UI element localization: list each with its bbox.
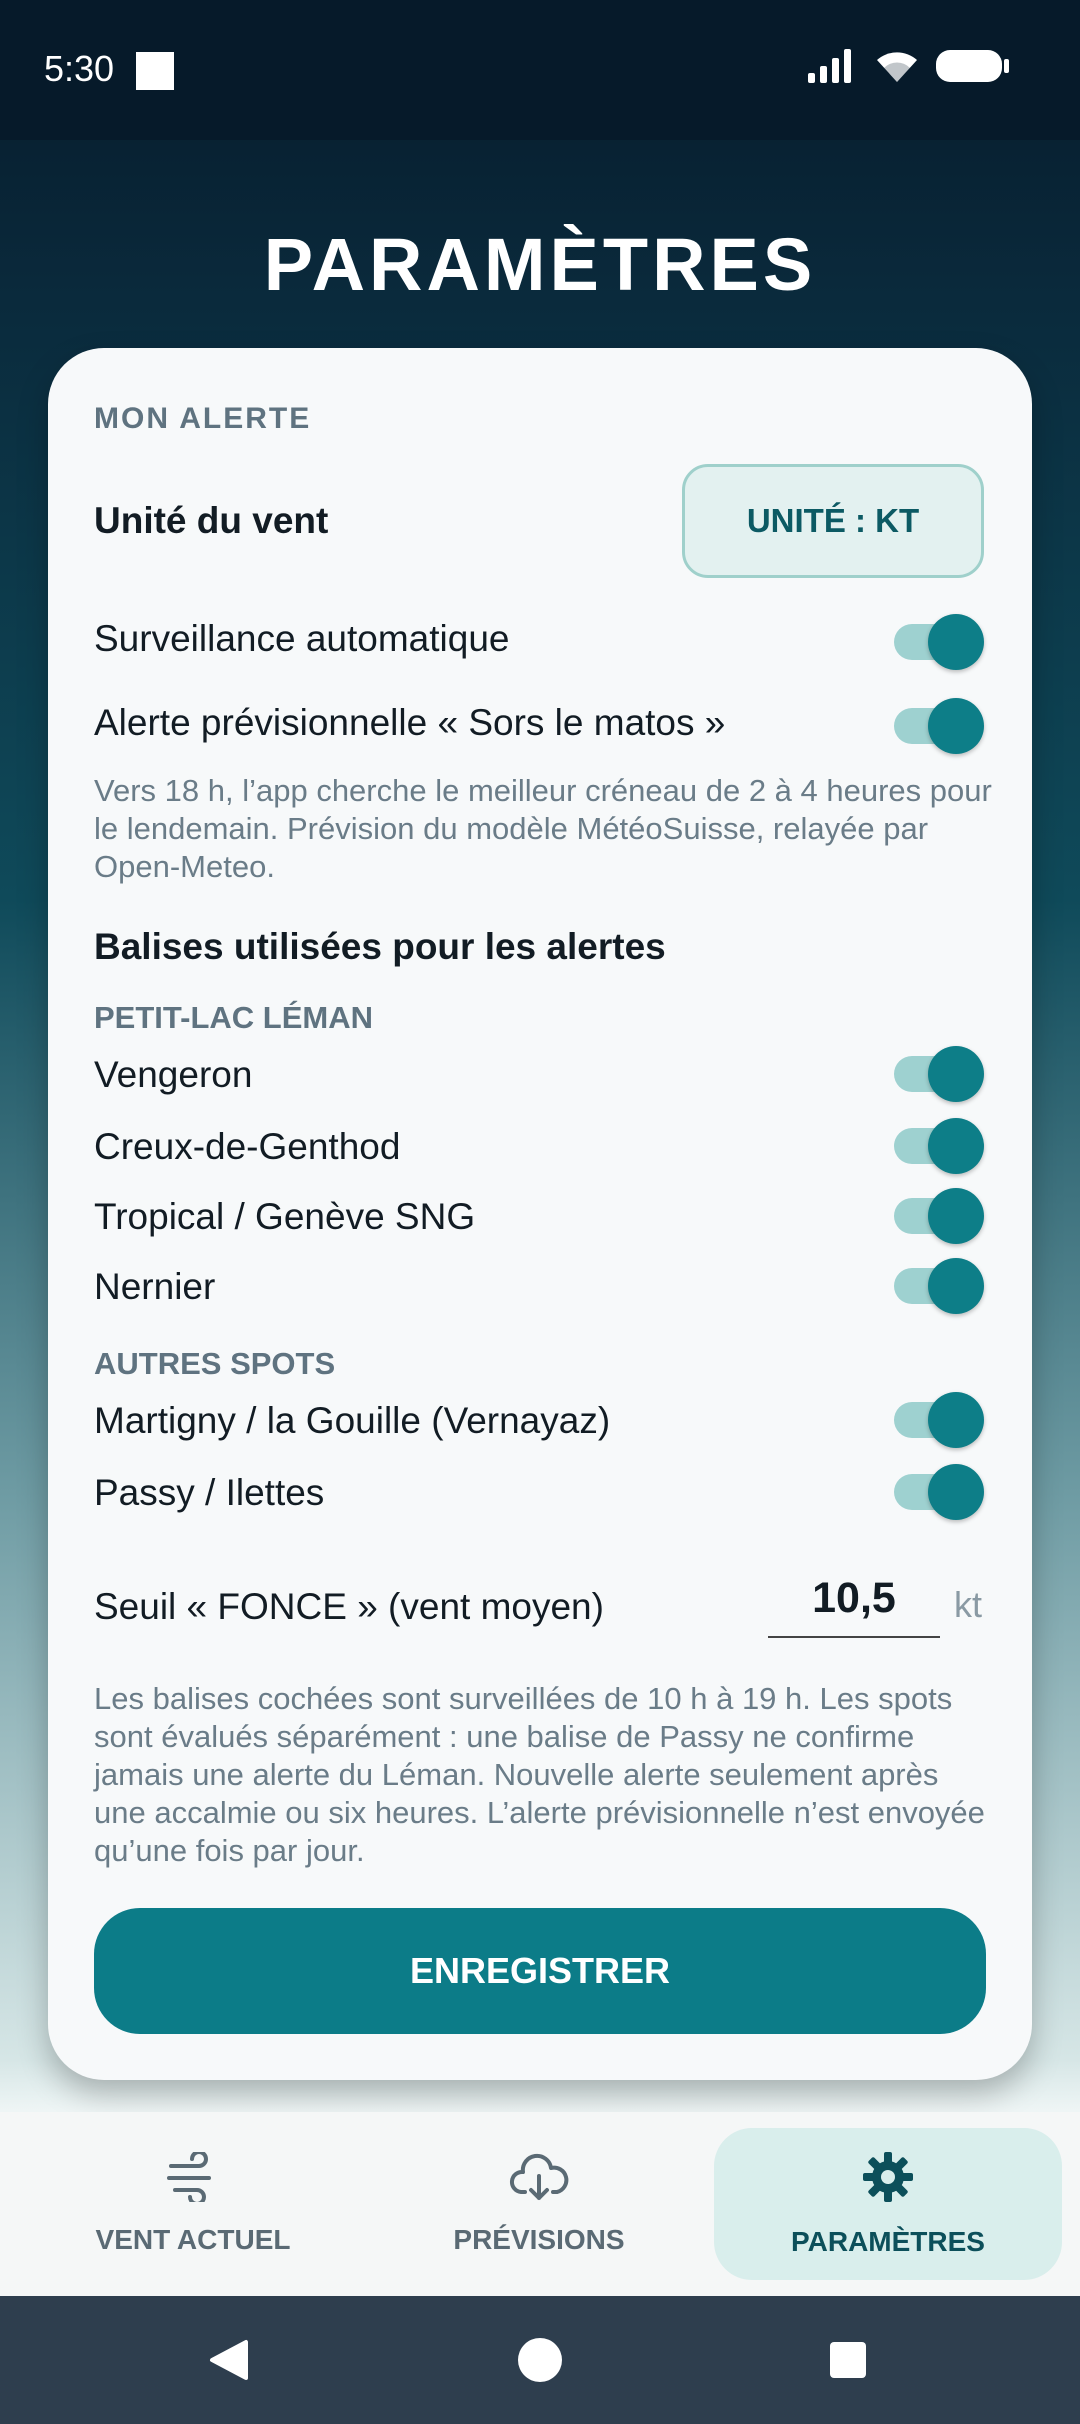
status-bar: 5:30 (0, 0, 1080, 140)
system-nav-bar (0, 2296, 1080, 2424)
nav-item-previsions[interactable]: PRÉVISIONS (386, 2112, 692, 2296)
threshold-unit: kt (954, 1584, 983, 1625)
home-icon[interactable] (516, 2336, 564, 2384)
gear-icon (863, 2152, 913, 2202)
threshold-label: Seuil « FONCE » (vent moyen) (94, 1586, 604, 1627)
unit-button[interactable]: UNITÉ : KT (682, 464, 984, 578)
forecast-alert-label: Alerte prévisionnelle « Sors le matos » (94, 702, 726, 743)
nav-item-vent-actuel[interactable]: VENT ACTUEL (40, 2112, 346, 2296)
recents-icon[interactable] (828, 2340, 868, 2380)
station-toggle-vengeron[interactable] (894, 1046, 984, 1102)
group-label-leman: PETIT-LAC LÉMAN (94, 1000, 373, 1035)
wind-icon (167, 2152, 211, 2202)
nav-label: PRÉVISIONS (453, 2224, 625, 2255)
settings-card: MON ALERTE Unité du vent UNITÉ : KT Surv… (48, 348, 1032, 2080)
save-button[interactable]: ENREGISTRER (94, 1908, 986, 2034)
station-toggle-nernier[interactable] (894, 1258, 984, 1314)
signal-icon (808, 49, 851, 83)
status-icons (808, 48, 1010, 84)
station-toggle-tropical[interactable] (894, 1188, 984, 1244)
page-title: PARAMÈTRES (263, 223, 817, 306)
station-label: Martigny / la Gouille (Vernayaz) (94, 1400, 611, 1441)
auto-watch-label: Surveillance automatique (94, 618, 510, 659)
wind-unit-label: Unité du vent (94, 500, 329, 541)
station-toggle-martigny[interactable] (894, 1392, 984, 1448)
forecast-description: Vers 18 h, l’app cherche le meilleur cré… (94, 773, 992, 884)
wifi-icon (877, 52, 917, 82)
stations-heading: Balises utilisées pour les alertes (94, 926, 666, 967)
nav-item-parametres[interactable]: PARAMÈTRES (714, 2128, 1062, 2280)
back-icon[interactable] (206, 2338, 250, 2382)
station-label: Tropical / Genève SNG (94, 1196, 476, 1237)
cloud-download-icon (510, 2153, 569, 2200)
nav-label: PARAMÈTRES (791, 2226, 985, 2257)
threshold-input[interactable]: 10,5 (768, 1574, 940, 1638)
section-label-alert: MON ALERTE (94, 402, 312, 435)
notification-icon (136, 52, 174, 90)
station-label: Passy / Ilettes (94, 1472, 325, 1513)
station-label: Nernier (94, 1266, 216, 1307)
station-label: Vengeron (94, 1054, 253, 1095)
station-toggle-creux-de-genthod[interactable] (894, 1118, 984, 1174)
bottom-nav: VENT ACTUEL PRÉVISIONS PARAMÈTRES (0, 2112, 1080, 2296)
forecast-alert-toggle[interactable] (894, 698, 984, 754)
group-label-other: AUTRES SPOTS (94, 1346, 336, 1381)
station-toggle-passy[interactable] (894, 1464, 984, 1520)
station-label: Creux-de-Genthod (94, 1126, 401, 1167)
auto-watch-toggle[interactable] (894, 614, 984, 670)
battery-icon (936, 50, 1009, 82)
status-time: 5:30 (44, 48, 115, 89)
nav-label: VENT ACTUEL (95, 2224, 291, 2255)
info-text: Les balises cochées sont surveillées de … (94, 1681, 985, 1868)
